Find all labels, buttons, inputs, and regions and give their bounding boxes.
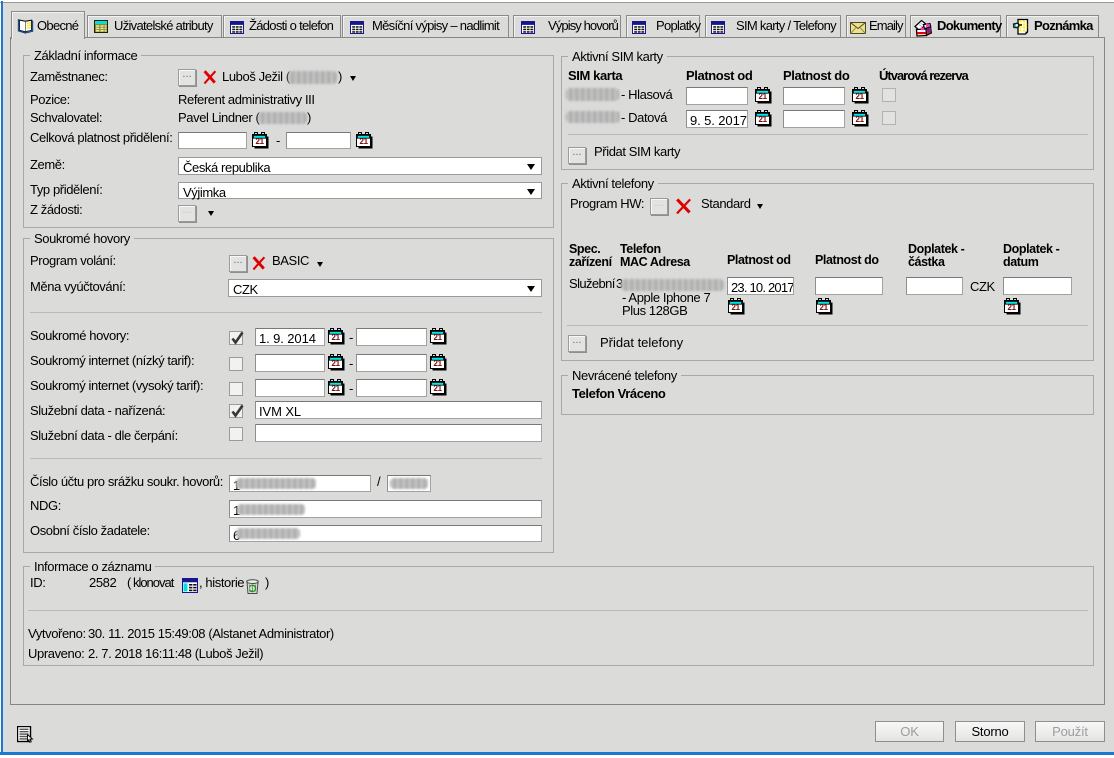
svg-text:21: 21	[332, 359, 341, 368]
svg-text:21: 21	[732, 303, 741, 312]
svg-text:21: 21	[1008, 303, 1017, 312]
svg-text:21: 21	[360, 137, 369, 146]
svg-text:21: 21	[820, 303, 829, 312]
svg-text:21: 21	[434, 359, 443, 368]
svg-text:21: 21	[759, 92, 768, 101]
svg-text:21: 21	[856, 92, 865, 101]
svg-text:21: 21	[332, 333, 341, 342]
svg-text:21: 21	[434, 333, 443, 342]
svg-text:21: 21	[256, 137, 265, 146]
svg-text:21: 21	[856, 115, 865, 124]
svg-text:21: 21	[434, 384, 443, 393]
svg-text:21: 21	[759, 115, 768, 124]
svg-text:21: 21	[332, 384, 341, 393]
